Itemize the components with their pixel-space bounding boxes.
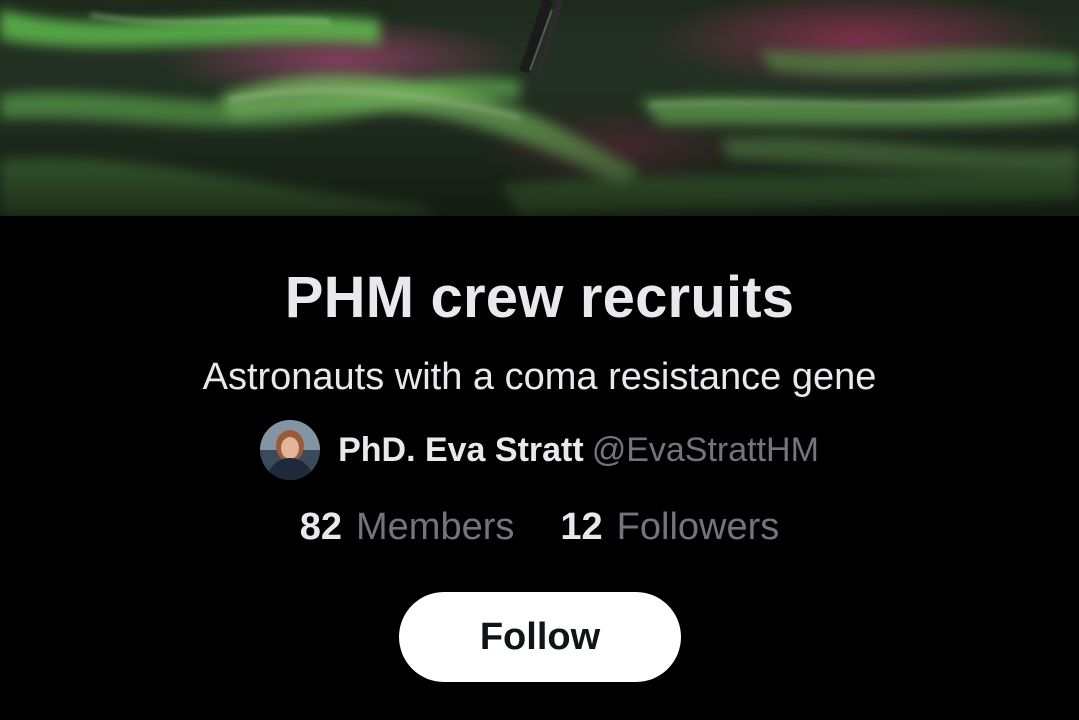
followers-stat[interactable]: 12 Followers bbox=[560, 506, 779, 549]
community-title: PHM crew recruits bbox=[284, 265, 795, 330]
follow-button[interactable]: Follow bbox=[399, 592, 681, 682]
followers-count: 12 bbox=[560, 506, 603, 548]
members-count: 82 bbox=[299, 506, 342, 548]
owner-avatar[interactable] bbox=[260, 420, 321, 480]
followers-label: Followers bbox=[616, 506, 780, 548]
community-stats: 82 Members 12 Followers bbox=[0, 506, 1079, 549]
members-stat[interactable]: 82 Members bbox=[300, 506, 515, 549]
community-description: Astronauts with a coma resistance gene bbox=[202, 356, 877, 398]
community-banner-image bbox=[0, 0, 1079, 216]
community-page: PHM crew recruits Astronauts with a coma… bbox=[0, 0, 1079, 720]
community-owner[interactable]: PhD. Eva Stratt @EvaStrattHM bbox=[0, 418, 1079, 482]
aurora-banner-art bbox=[0, 0, 1079, 216]
members-label: Members bbox=[356, 506, 515, 548]
owner-handle[interactable]: @EvaStrattHM bbox=[592, 431, 819, 470]
owner-name[interactable]: PhD. Eva Stratt bbox=[338, 431, 584, 470]
